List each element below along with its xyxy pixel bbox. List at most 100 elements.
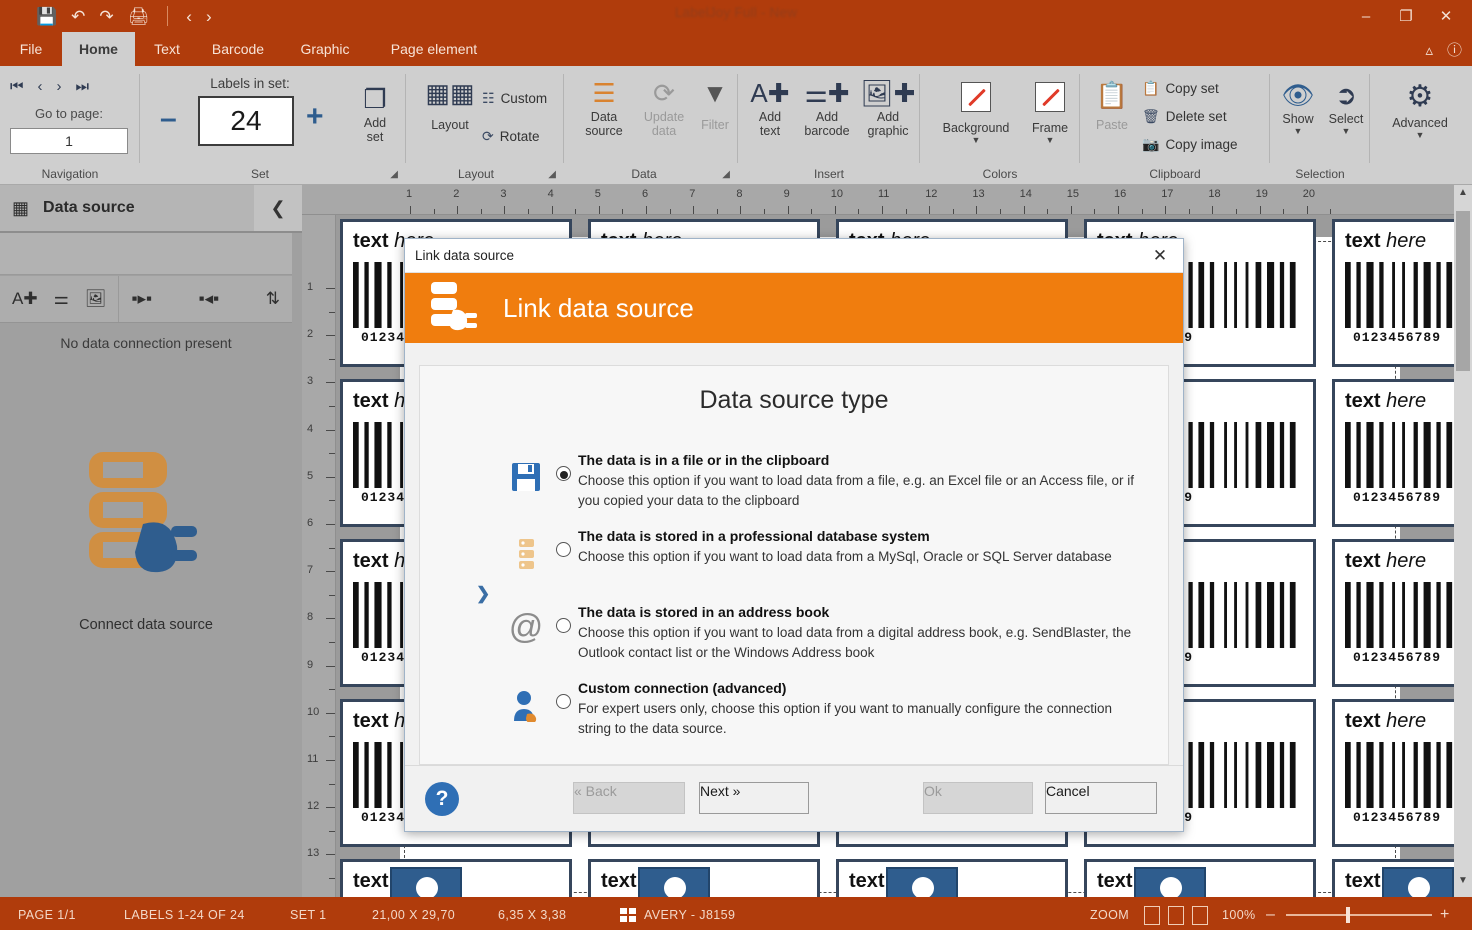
tab-file[interactable]: File (8, 32, 54, 66)
group-label-layout: Layout (457, 167, 495, 181)
decrease-labels-button[interactable]: – (160, 104, 177, 134)
zoom-out-button[interactable]: – (1266, 906, 1275, 924)
add-graphic-icon[interactable]: 🖼 (85, 289, 107, 309)
maximize-button[interactable]: ❐ (1386, 2, 1426, 30)
labels-in-set-value[interactable]: 24 (198, 96, 294, 146)
add-barcode-icon[interactable]: ⚌ (54, 289, 69, 309)
radio-database[interactable] (548, 526, 578, 557)
option-row-address-book[interactable]: @ The data is stored in an address book … (504, 602, 1144, 662)
option-row-file-clipboard[interactable]: The data is in a file or in the clipboar… (504, 450, 1144, 510)
layout-dialog-launcher[interactable]: ◢ (548, 169, 556, 180)
ribbon-tab-bar: File Home Text Barcode Graphic Page elem… (0, 32, 1472, 66)
label-graphic[interactable] (638, 867, 710, 897)
option-row-database[interactable]: The data is stored in a professional dat… (504, 526, 1144, 575)
custom-layout-button[interactable]: ☷ Custom (482, 90, 547, 107)
question-mark-icon[interactable]: ? (425, 782, 459, 816)
minimize-button[interactable]: – (1346, 2, 1386, 30)
label-cell[interactable]: text here 0123456789 (1332, 219, 1454, 367)
increase-labels-button[interactable]: + (306, 102, 324, 132)
radio-dot[interactable] (555, 618, 571, 633)
prev-page-icon[interactable]: ‹ (38, 78, 43, 95)
label-barcode[interactable] (1345, 582, 1454, 652)
close-icon[interactable]: ✕ (1137, 239, 1183, 272)
radio-file-clipboard[interactable] (548, 450, 578, 481)
tab-home[interactable]: Home (62, 32, 135, 66)
tab-text[interactable]: Text (143, 32, 191, 66)
label-graphic[interactable] (1134, 867, 1206, 897)
fit-page-icon[interactable] (1144, 906, 1160, 925)
next-page-icon[interactable]: › (57, 78, 62, 95)
close-button[interactable]: ✕ (1426, 2, 1466, 30)
collapse-ribbon-icon[interactable]: ▵ (1425, 41, 1433, 59)
rotate-button[interactable]: ⟳ Rotate (482, 128, 540, 145)
copy-image-button[interactable]: 📷 Copy image (1142, 136, 1237, 153)
first-page-icon[interactable]: ⏮ (10, 78, 24, 95)
group-label-selection: Selection (1295, 167, 1345, 181)
select-button[interactable]: ➲ Select ▼ (1322, 82, 1370, 136)
radio-dot[interactable] (555, 694, 571, 709)
data-source-button[interactable]: ☰ Data source (574, 80, 634, 138)
label-text[interactable]: text here (1345, 550, 1426, 573)
advanced-button[interactable]: ⚙ Advanced ▼ (1376, 82, 1464, 140)
delete-set-button[interactable]: 🗑 Delete set (1142, 108, 1227, 125)
tab-barcode[interactable]: Barcode (199, 32, 277, 66)
chevron-down-icon[interactable]: ▼ (932, 136, 1020, 145)
tab-page-element[interactable]: Page element (375, 32, 493, 66)
label-cell[interactable]: text here 0123456789 (1332, 539, 1454, 687)
label-graphic[interactable] (390, 867, 462, 897)
label-barcode[interactable] (1345, 422, 1454, 492)
radio-dot[interactable] (555, 466, 571, 481)
label-text[interactable]: text here (1345, 390, 1426, 413)
chevron-down-icon[interactable]: ▼ (1274, 127, 1322, 136)
show-button[interactable]: 👁 Show ▼ (1274, 82, 1322, 136)
label-text[interactable]: text here (1345, 230, 1426, 253)
next-button[interactable]: Next » (699, 782, 809, 814)
last-page-icon[interactable]: ⏭ (76, 78, 90, 95)
label-graphic[interactable] (886, 867, 958, 897)
chevron-down-icon[interactable]: ▼ (1322, 127, 1370, 136)
add-graphic-button[interactable]: 🖼✚ Add graphic (858, 80, 918, 138)
radio-dot[interactable] (555, 542, 571, 557)
set-dialog-launcher[interactable]: ◢ (390, 169, 398, 180)
layout-button[interactable]: ▦▦ Layout (416, 80, 484, 132)
data-dialog-launcher[interactable]: ◢ (722, 169, 730, 180)
move-left-icon[interactable]: ▪◂▪ (199, 289, 220, 309)
ruler-tick (1306, 206, 1308, 214)
chevron-down-icon[interactable]: ▼ (1376, 131, 1464, 140)
label-barcode[interactable] (1345, 742, 1454, 812)
radio-custom-connection[interactable] (548, 678, 578, 709)
label-text[interactable]: text here (1345, 710, 1426, 733)
database-icon (504, 526, 548, 575)
move-right-icon[interactable]: ▪▸▪ (131, 289, 152, 309)
radio-address-book[interactable] (548, 602, 578, 633)
frame-color-button[interactable]: Frame ▼ (1024, 82, 1076, 145)
add-text-button[interactable]: A✚ Add text (744, 80, 796, 138)
zoom-in-button[interactable]: + (1440, 906, 1450, 924)
option-row-custom-connection[interactable]: Custom connection (advanced) For expert … (504, 678, 1144, 738)
scrollbar-thumb[interactable] (1456, 211, 1470, 371)
sort-icon[interactable]: ⇅ (266, 289, 280, 309)
chevron-down-icon[interactable]: ▼ (1024, 136, 1076, 145)
tab-graphic[interactable]: Graphic (287, 32, 363, 66)
label-cell[interactable]: text here 0123456789 (1332, 379, 1454, 527)
scroll-up-icon[interactable]: ▲ (1454, 187, 1472, 207)
fit-label-icon[interactable] (1192, 906, 1208, 925)
scroll-down-icon[interactable]: ▼ (1454, 875, 1472, 895)
cancel-button[interactable]: Cancel (1045, 782, 1157, 814)
label-graphic[interactable] (1382, 867, 1454, 897)
help-icon[interactable]: ⓘ (1447, 39, 1462, 60)
fit-width-icon[interactable] (1168, 906, 1184, 925)
vertical-ruler: 1 2 3 4 5 6 7 8 9 10 11 12 13 (302, 215, 336, 897)
zoom-slider-track[interactable] (1286, 914, 1432, 916)
background-color-button[interactable]: Background ▼ (932, 82, 1020, 145)
add-barcode-button[interactable]: ⚌✚ Add barcode (796, 80, 858, 138)
add-set-button[interactable]: ❐ Add set (346, 86, 404, 144)
label-cell[interactable]: text here 0123456789 (1332, 699, 1454, 847)
page-number-input[interactable]: 1 (10, 128, 128, 154)
canvas-scrollbar[interactable]: ▲ ▼ (1454, 185, 1472, 897)
label-barcode[interactable] (1345, 262, 1454, 332)
add-text-icon[interactable]: A✚ (12, 289, 38, 309)
collapse-panel-button[interactable]: ❮ (254, 185, 302, 231)
copy-set-button[interactable]: 📋 Copy set (1142, 80, 1219, 97)
zoom-slider-handle[interactable] (1346, 907, 1350, 923)
